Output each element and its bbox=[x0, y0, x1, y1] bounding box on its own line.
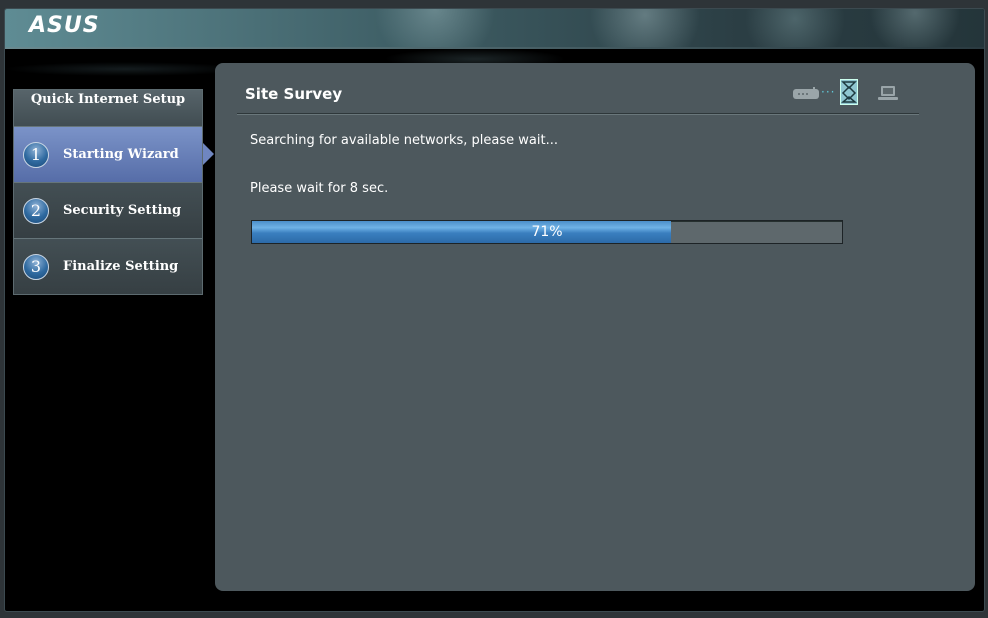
connection-step-icons: ··· bbox=[793, 79, 913, 107]
router-icon bbox=[793, 87, 819, 99]
sidebar-title: Quick Internet Setup bbox=[14, 90, 202, 126]
step-number-badge: 2 bbox=[23, 197, 49, 224]
connector-dots-icon: ··· bbox=[821, 85, 836, 99]
wizard-sidebar: Quick Internet Setup 1 Starting Wizard 2… bbox=[13, 89, 203, 295]
sidebar-item-label: Finalize Setting bbox=[63, 259, 179, 274]
app-window: ASUS Quick Internet Setup 1 Starting Wiz… bbox=[4, 8, 985, 612]
wifi-icon bbox=[840, 79, 858, 105]
progress-label: 71% bbox=[531, 224, 563, 240]
main-panel: Site Survey ··· Searching for available … bbox=[215, 63, 975, 591]
laptop-icon bbox=[878, 86, 898, 100]
sidebar-item-label: Starting Wizard bbox=[63, 147, 179, 162]
header-bar: ASUS bbox=[5, 9, 984, 47]
sidebar-item-security-setting[interactable]: 2 Security Setting bbox=[14, 182, 202, 238]
status-message: Searching for available networks, please… bbox=[250, 133, 558, 148]
asus-logo: ASUS bbox=[29, 13, 100, 38]
sidebar-item-label: Security Setting bbox=[63, 203, 182, 218]
wait-message: Please wait for 8 sec. bbox=[250, 181, 389, 196]
step-number-badge: 3 bbox=[23, 253, 49, 280]
progress-bar: 71% bbox=[251, 220, 843, 244]
step-number-badge: 1 bbox=[23, 141, 49, 168]
sidebar-item-finalize-setting[interactable]: 3 Finalize Setting bbox=[14, 238, 202, 294]
page-title: Site Survey bbox=[245, 85, 343, 103]
title-divider bbox=[237, 113, 919, 115]
sidebar-item-starting-wizard[interactable]: 1 Starting Wizard bbox=[14, 126, 202, 182]
active-item-arrow-icon bbox=[203, 143, 214, 165]
